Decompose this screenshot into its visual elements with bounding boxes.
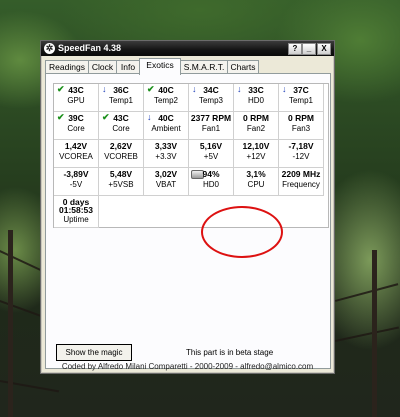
- sensor-label: +3.3V: [155, 152, 177, 161]
- sensor-label: Fan2: [246, 124, 266, 133]
- sensor-value: 43C: [113, 113, 129, 123]
- sensor-label: Temp3: [198, 96, 223, 105]
- sensor-value: 40C: [158, 113, 174, 123]
- sensor-cell: 0 RPM Fan3: [279, 112, 324, 140]
- sensor-value: 2377 RPM: [190, 113, 232, 123]
- sensor-cell: 2,62V VCOREB: [99, 140, 144, 168]
- sensor-value: 3,33V: [154, 141, 178, 151]
- sensor-label: CPU: [247, 180, 265, 189]
- sensor-cell: -3,89V -5V: [54, 168, 99, 196]
- sensor-value: 3,02V: [154, 169, 178, 179]
- sensor-label: -5V: [69, 180, 83, 189]
- sensor-value: 33C: [248, 85, 264, 95]
- sensor-label: Fan1: [201, 124, 221, 133]
- sensor-label: Uptime: [63, 215, 89, 224]
- sensor-cell: 5,16V +5V: [189, 140, 234, 168]
- sensor-label: +5V: [203, 152, 219, 161]
- sensor-label: Temp2: [153, 96, 178, 105]
- bridge-post: [8, 230, 13, 417]
- sensor-cell: 3,33V +3.3V: [144, 140, 189, 168]
- sensor-label: +5VSB: [108, 180, 134, 189]
- sensor-label: -12V: [292, 152, 310, 161]
- sensor-cell: 1,42V VCOREA: [54, 140, 99, 168]
- sensor-value: 37C: [293, 85, 309, 95]
- show-magic-button[interactable]: Show the magic: [56, 344, 132, 361]
- sensor-label: Fan3: [291, 124, 311, 133]
- sensor-cell: ✔ 39C Core: [54, 112, 99, 140]
- tab-smart[interactable]: S.M.A.R.T.: [180, 60, 228, 74]
- sensor-label: VCOREB: [104, 152, 138, 161]
- tab-info[interactable]: Info: [116, 60, 140, 74]
- tab-readings[interactable]: Readings: [45, 60, 89, 74]
- sensor-value: 34C: [203, 85, 219, 95]
- sensor-value: 43C: [68, 85, 84, 95]
- speedfan-fan-icon: ✲: [44, 43, 55, 54]
- sensor-value: 36C: [113, 85, 129, 95]
- minimize-button[interactable]: _: [302, 43, 316, 55]
- sensor-value: 5,48V: [109, 169, 133, 179]
- sensor-value-secondary: 01:58:53: [58, 205, 94, 215]
- sensor-label: Core: [67, 124, 85, 133]
- sensor-cell: -7,18V -12V: [279, 140, 324, 168]
- sensor-value: 0 RPM: [243, 113, 269, 123]
- close-button[interactable]: X: [317, 43, 331, 55]
- speedfan-window: ✲ SpeedFan 4.38 ? _ X Readings Clock Inf…: [40, 40, 335, 374]
- sensor-cell: 0 days 01:58:53 Uptime: [54, 196, 99, 228]
- sensor-cell: 5,48V +5VSB: [99, 168, 144, 196]
- bridge-rope: [335, 283, 399, 302]
- sensor-cell: 2209 MHz Frequency: [279, 168, 324, 196]
- title-bar[interactable]: ✲ SpeedFan 4.38 ? _ X: [41, 41, 334, 56]
- sensor-label: HD0: [202, 180, 219, 189]
- sensor-label: Core: [112, 124, 130, 133]
- sensor-cell: ↓ 33C HD0: [234, 84, 279, 112]
- sensor-value: 3,1%: [246, 169, 266, 179]
- sensor-value: 40C: [158, 85, 174, 95]
- sensor-value: 94%: [202, 169, 220, 179]
- sensor-label: Temp1: [288, 96, 313, 105]
- help-button[interactable]: ?: [288, 43, 302, 55]
- sensor-label: GPU: [67, 96, 85, 105]
- tab-charts[interactable]: Charts: [227, 60, 259, 74]
- footer-credits: Coded by Alfredo Milani Comparetti - 200…: [61, 362, 314, 371]
- sensor-label: Ambient: [151, 124, 181, 133]
- sensor-value: -3,89V: [63, 169, 89, 179]
- sensor-value: 12,10V: [242, 141, 270, 151]
- sensor-cell: ↓ 36C Temp1: [99, 84, 144, 112]
- bridge-rope: [335, 326, 399, 342]
- tab-clock[interactable]: Clock: [88, 60, 117, 74]
- sensor-label: Frequency: [282, 180, 320, 189]
- annotation-circle: [201, 206, 283, 258]
- sensor-value: 5,16V: [199, 141, 223, 151]
- sensor-value: 2,62V: [109, 141, 133, 151]
- sensor-value: 2209 MHz: [281, 169, 321, 179]
- sensor-cell: 0 RPM Fan2: [234, 112, 279, 140]
- sensor-value: 39C: [68, 113, 84, 123]
- exotics-panel: ✔ 43C GPU ↓ 36C Temp1 ✔ 40C Temp2 ↓ 34C Temp3 ↓ 33C HD…: [45, 73, 331, 369]
- tab-exotics[interactable]: Exotics: [139, 58, 181, 75]
- sensor-cell: 3,1% CPU: [234, 168, 279, 196]
- sensor-label: +12V: [246, 152, 266, 161]
- sensor-cell: 3,02V VBAT: [144, 168, 189, 196]
- sensor-value: -7,18V: [288, 141, 314, 151]
- sensor-cell: ✔ 43C GPU: [54, 84, 99, 112]
- sensor-cell: 94% HD0: [189, 168, 234, 196]
- sensor-label: HD0: [247, 96, 264, 105]
- sensor-label: Temp1: [108, 96, 133, 105]
- sensor-value: 0 RPM: [288, 113, 314, 123]
- sensor-cell: ✔ 40C Temp2: [144, 84, 189, 112]
- bridge-post: [372, 250, 377, 417]
- sensor-cell: ↓ 34C Temp3: [189, 84, 234, 112]
- sensor-grid: ✔ 43C GPU ↓ 36C Temp1 ✔ 40C Temp2 ↓ 34C Temp3 ↓ 33C HD…: [53, 83, 329, 228]
- sensor-cell: 12,10V +12V: [234, 140, 279, 168]
- sensor-cell: ↓ 37C Temp1: [279, 84, 324, 112]
- sensor-value: 1,42V: [64, 141, 88, 151]
- sensor-label: VCOREA: [59, 152, 93, 161]
- sensor-cell: ↓ 40C Ambient: [144, 112, 189, 140]
- sensor-cell: 2377 RPM Fan1: [189, 112, 234, 140]
- beta-notice: This part is in beta stage: [186, 348, 274, 357]
- sensor-cell: ✔ 43C Core: [99, 112, 144, 140]
- sensor-label: VBAT: [155, 180, 177, 189]
- window-title: SpeedFan 4.38: [58, 43, 122, 53]
